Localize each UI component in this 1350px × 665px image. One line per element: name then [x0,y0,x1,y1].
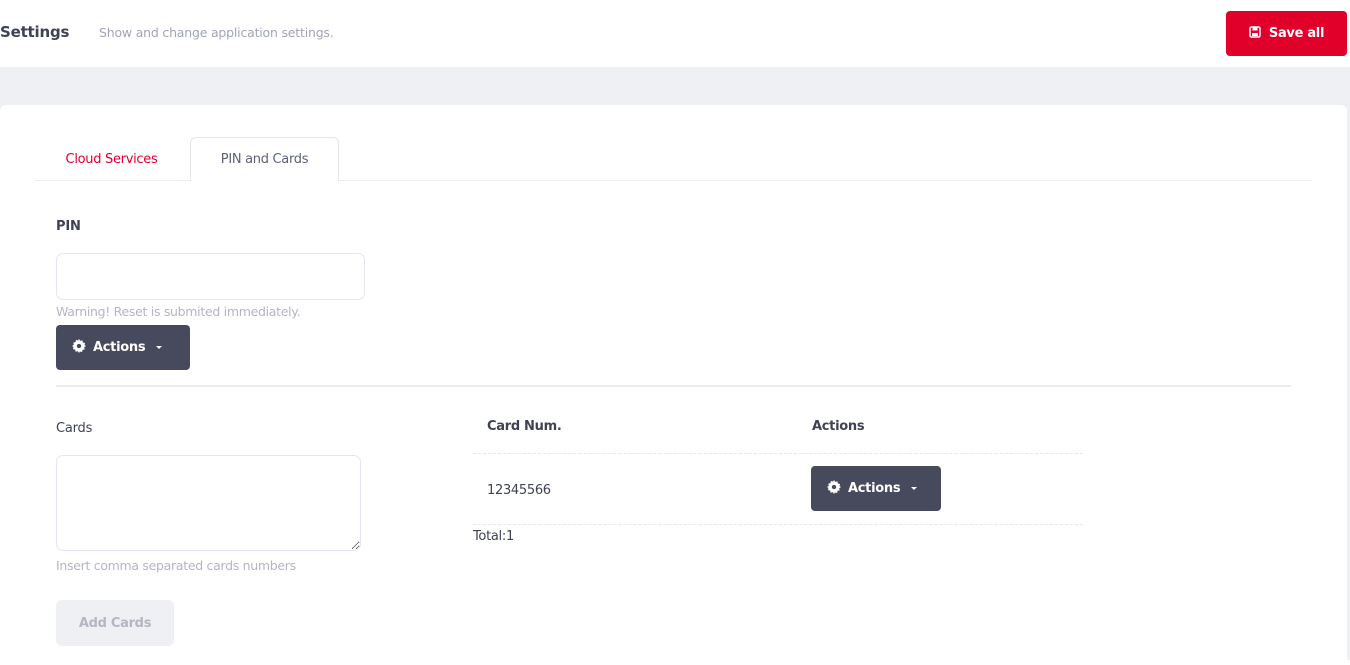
pin-actions-button[interactable]: Actions [56,325,190,370]
save-icon [1249,25,1261,42]
row-divider [473,524,1083,525]
total-label: Total: [473,529,506,544]
column-header-actions: Actions [812,419,865,434]
pin-warning: Warning! Reset is submited immediately. [56,304,301,319]
save-all-label: Save all [1268,26,1325,41]
subheader: Settings Show and change application set… [0,0,1350,67]
gear-icon [827,479,841,498]
cards-hint: Insert comma separated cards numbers [56,558,296,573]
cards-textarea[interactable] [56,455,361,551]
table-total: Total:1 [473,529,514,544]
pin-actions-label: Actions [93,340,146,355]
row-divider [473,453,1083,454]
tab-bar: Cloud Services PIN and Cards [35,137,1311,182]
row-actions-button[interactable]: Actions [811,466,941,511]
pin-input[interactable] [56,253,365,300]
total-value: 1 [505,529,514,544]
column-header-card-num: Card Num. [487,419,562,434]
section-divider [56,385,1291,387]
caret-down-icon [911,487,918,490]
tab-cloud-services[interactable]: Cloud Services [35,137,188,181]
page-description: Show and change application settings. [99,25,334,40]
save-all-button[interactable]: Save all [1226,11,1347,56]
pin-label: PIN [56,219,81,234]
cards-label: Cards [56,421,93,436]
row-actions-label: Actions [848,481,901,496]
card-number-cell: 12345566 [487,483,551,498]
settings-card: Cloud Services PIN and Cards PIN Warning… [0,105,1347,665]
page-title: Settings [0,23,70,41]
gear-icon [72,338,86,357]
caret-down-icon [156,346,163,349]
tab-pin-and-cards[interactable]: PIN and Cards [190,137,339,182]
add-cards-button[interactable]: Add Cards [56,600,174,646]
